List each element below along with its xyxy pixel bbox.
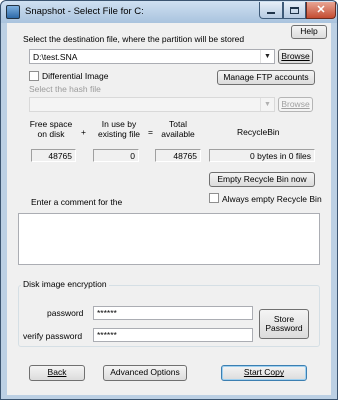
destination-label: Select the destination file, where the p… — [23, 34, 245, 44]
close-button[interactable]: ✕ — [306, 2, 336, 19]
plus-sign: + — [81, 127, 86, 137]
hash-browse-label: Browse — [281, 98, 310, 109]
advanced-options-label: Advanced Options — [110, 367, 180, 378]
differential-label: Differential Image — [42, 71, 109, 81]
start-copy-button[interactable]: Start Copy — [221, 365, 307, 381]
free-space-label-line2: on disk — [37, 128, 65, 139]
app-icon — [6, 5, 20, 19]
recycle-bin-label: RecycleBin — [237, 127, 280, 137]
manage-ftp-button[interactable]: Manage FTP accounts — [217, 70, 315, 85]
help-button[interactable]: Help — [291, 25, 327, 39]
window-title: Snapshot - Select File for C: — [25, 6, 144, 17]
title-bar[interactable]: Snapshot - Select File for C: ✕ — [1, 1, 337, 23]
browse-button-label: Browse — [281, 50, 310, 61]
store-password-button[interactable]: Store Password — [259, 309, 309, 339]
empty-recycle-bin-button[interactable]: Empty Recycle Bin now — [209, 172, 315, 187]
verify-password-label: verify password — [23, 331, 83, 341]
hash-file-combo[interactable]: ▼ — [29, 97, 275, 112]
comment-label: Enter a comment for the — [31, 197, 123, 207]
store-password-label-line2: Password — [265, 323, 303, 333]
differential-checkbox[interactable] — [29, 71, 39, 81]
maximize-icon — [290, 6, 299, 14]
browse-button[interactable]: Browse — [278, 49, 313, 64]
minimize-button[interactable] — [259, 2, 283, 19]
free-space-label: Free space on disk — [27, 119, 75, 140]
recycle-bin-value: 0 bytes in 0 files — [209, 149, 315, 162]
minimize-icon — [267, 12, 275, 14]
equals-sign: = — [148, 127, 153, 137]
destination-combo[interactable]: D:\test.SNA ▼ — [29, 49, 275, 64]
free-space-value: 48765 — [31, 149, 76, 162]
maximize-button[interactable] — [283, 2, 306, 19]
close-icon: ✕ — [316, 3, 326, 16]
hash-browse-button[interactable]: Browse — [278, 97, 313, 112]
comment-textarea[interactable] — [18, 213, 320, 265]
back-button[interactable]: Back — [29, 365, 85, 381]
hash-file-label: Select the hash file — [29, 84, 101, 94]
in-use-label-line2: existing file — [97, 128, 141, 139]
password-label: password — [47, 308, 84, 318]
verify-password-input[interactable]: ****** — [93, 328, 253, 342]
snapshot-window: Snapshot - Select File for C: ✕ Help Sel… — [0, 0, 338, 400]
start-copy-label: Start Copy — [243, 367, 285, 378]
password-input[interactable]: ****** — [93, 306, 253, 320]
always-empty-checkbox[interactable] — [209, 193, 219, 203]
destination-value: D:\test.SNA — [33, 51, 78, 62]
encryption-group-label: Disk image encryption — [21, 279, 109, 289]
advanced-options-button[interactable]: Advanced Options — [103, 365, 187, 381]
total-available-label: Total available — [155, 119, 201, 140]
dialog-body: Help Select the destination file, where … — [7, 23, 331, 395]
in-use-label: In use by existing file — [91, 119, 147, 140]
total-available-value: 48765 — [155, 149, 201, 162]
password-value: ****** — [97, 308, 117, 318]
back-button-label: Back — [47, 367, 67, 378]
total-available-label-line2: available — [161, 128, 195, 139]
chevron-down-icon[interactable]: ▼ — [260, 50, 274, 63]
always-empty-label: Always empty Recycle Bin — [222, 194, 322, 204]
chevron-down-icon[interactable]: ▼ — [260, 98, 274, 111]
verify-password-value: ****** — [97, 330, 117, 340]
in-use-value: 0 — [93, 149, 139, 162]
